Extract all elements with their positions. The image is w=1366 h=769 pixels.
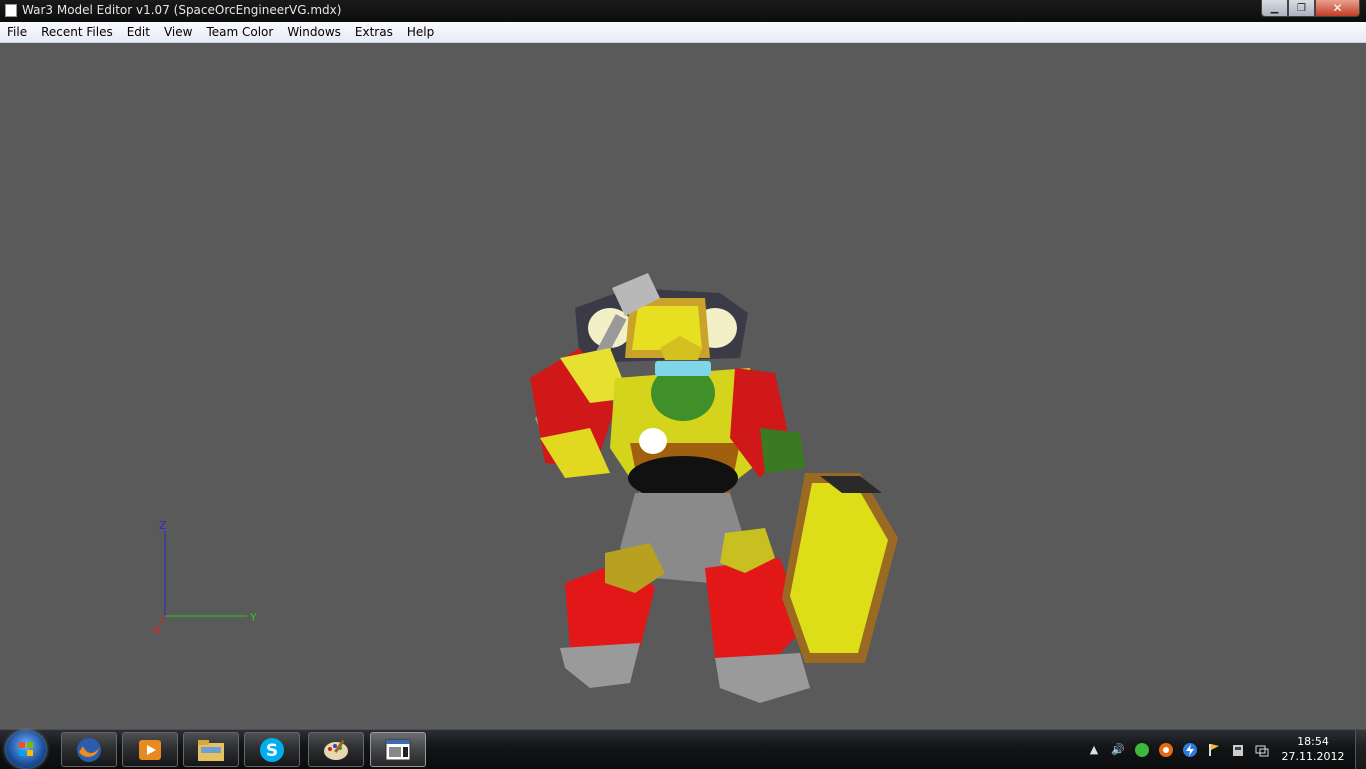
- window-title: War3 Model Editor v1.07 (SpaceOrcEnginee…: [22, 3, 342, 17]
- orc-engineer-model[interactable]: [520, 228, 910, 718]
- skype-icon: S: [260, 737, 284, 762]
- firefox-icon: [77, 737, 101, 762]
- menu-windows[interactable]: Windows: [280, 22, 348, 42]
- menu-file[interactable]: File: [0, 22, 34, 42]
- axis-z-label: Z: [159, 519, 167, 532]
- taskbar-media-player[interactable]: [122, 732, 178, 767]
- menu-bar: File Recent Files Edit View Team Color W…: [0, 22, 1366, 43]
- model-viewport[interactable]: Z Y X: [0, 43, 1366, 729]
- network-icon[interactable]: [1254, 742, 1270, 758]
- start-button[interactable]: [6, 731, 46, 768]
- clock-time: 18:54: [1297, 735, 1329, 748]
- skype-glyph: S: [266, 741, 278, 761]
- volume-icon[interactable]: 🔊: [1110, 742, 1126, 758]
- menu-help[interactable]: Help: [400, 22, 441, 42]
- app-icon[interactable]: [5, 4, 17, 17]
- close-button[interactable]: ✕: [1315, 0, 1360, 17]
- clock-date: 27.11.2012: [1281, 750, 1345, 763]
- paint-palette-icon: [324, 739, 348, 760]
- menu-recent-files[interactable]: Recent Files: [34, 22, 120, 42]
- orange-app-icon[interactable]: [1158, 742, 1174, 758]
- orientation-axes: Z Y X: [153, 519, 257, 637]
- window-controls: ▁ ❐ ✕: [1261, 0, 1360, 18]
- blue-bolt-icon[interactable]: [1182, 742, 1198, 758]
- taskbar-explorer[interactable]: [183, 732, 239, 767]
- taskbar-war3-model-editor[interactable]: [370, 732, 426, 767]
- system-tray: ▲ 🔊: [1082, 730, 1274, 769]
- taskbar-paint[interactable]: [308, 732, 364, 767]
- device-icon[interactable]: [1230, 742, 1246, 758]
- show-hidden-icons-icon[interactable]: ▲: [1086, 742, 1102, 758]
- maximize-button[interactable]: ❐: [1288, 0, 1315, 17]
- show-desktop-button[interactable]: [1355, 730, 1366, 769]
- axis-y-label: Y: [249, 611, 257, 624]
- taskbar-skype[interactable]: S: [244, 732, 300, 767]
- title-bar: War3 Model Editor v1.07 (SpaceOrcEnginee…: [0, 0, 1366, 22]
- minimize-button[interactable]: ▁: [1261, 0, 1288, 17]
- taskbar-firefox[interactable]: [61, 732, 117, 767]
- green-app-icon[interactable]: [1134, 742, 1150, 758]
- menu-extras[interactable]: Extras: [348, 22, 400, 42]
- axis-x-label: X: [153, 624, 161, 637]
- menu-team-color[interactable]: Team Color: [199, 22, 280, 42]
- model-editor-icon: [385, 739, 411, 760]
- windows-logo-icon: [19, 742, 33, 756]
- menu-edit[interactable]: Edit: [120, 22, 157, 42]
- menu-view[interactable]: View: [157, 22, 199, 42]
- folder-icon: [198, 739, 224, 761]
- media-player-icon: [139, 739, 161, 760]
- taskbar: S ▲ 🔊 18:54 27.11.2012: [0, 729, 1366, 769]
- clock[interactable]: 18:54 27.11.2012: [1278, 734, 1348, 764]
- action-center-flag-icon[interactable]: [1206, 742, 1222, 758]
